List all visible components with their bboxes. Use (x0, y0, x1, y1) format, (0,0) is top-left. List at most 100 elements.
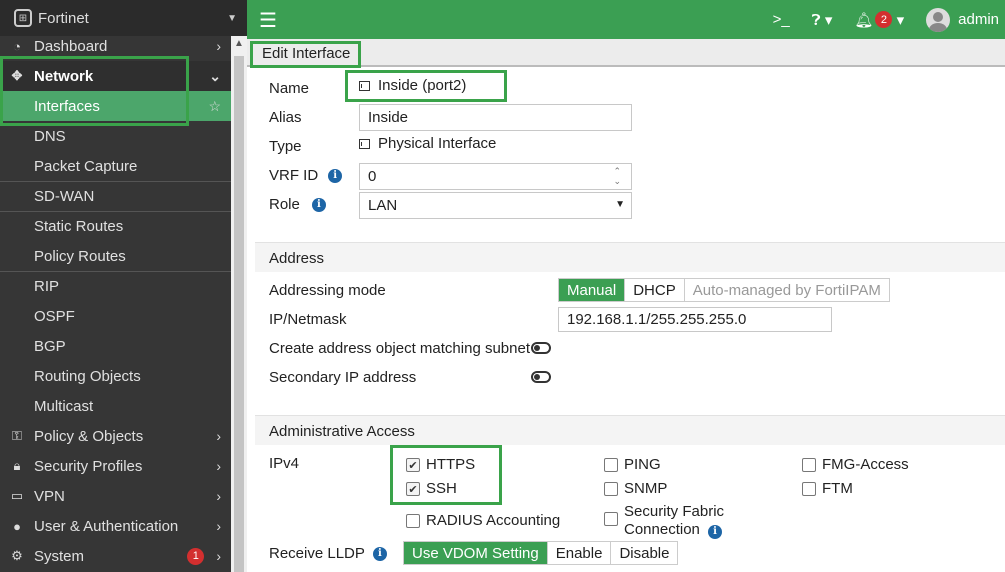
vrf-id-input[interactable]: 0 ⌃ ⌄ (359, 163, 632, 190)
alias-label: Alias (269, 109, 302, 126)
sidebar-item-label: Security Profiles (34, 457, 143, 475)
chevron-right-icon: › (216, 458, 221, 474)
sidebar-item-security-profiles[interactable]: 🔒︎ Security Profiles › (0, 451, 231, 481)
fmg-access-checkbox[interactable]: FMG-Access (802, 456, 909, 473)
sidebar-item-label: Dashboard (34, 37, 108, 55)
help-icon[interactable]: ❓︎ ▾ (812, 11, 833, 29)
lock-icon: 🔒︎ (13, 458, 21, 473)
sidebar-item-routing-objects[interactable]: Routing Objects (0, 361, 231, 391)
create-address-object-toggle[interactable] (531, 342, 551, 354)
sidebar-item-label: RIP (34, 278, 60, 295)
sidebar-item-system[interactable]: ⚙ System 1 › (0, 541, 231, 571)
snmp-checkbox[interactable]: SNMP (604, 480, 667, 497)
create-address-object-label: Create address object matching subnet (269, 340, 530, 357)
sidebar-item-static-routes[interactable]: Static Routes (0, 211, 231, 241)
star-icon[interactable]: ☆ (208, 98, 221, 115)
page-title: Edit Interface (262, 45, 351, 62)
policy-icon: ⚿ (12, 428, 22, 443)
bell-icon: 🔔︎ (854, 11, 874, 29)
gear-icon: ⚙ (11, 548, 23, 563)
ip-netmask-label: IP/Netmask (269, 311, 347, 328)
empty-box (604, 458, 618, 472)
sidebar-item-policy-objects[interactable]: ⚿ Policy & Objects › (0, 421, 231, 451)
mode-fortiipam-button[interactable]: Auto-managed by FortiIPAM (685, 279, 889, 301)
interface-port-icon (359, 80, 370, 91)
spinner-icon[interactable]: ⌃ ⌄ (613, 166, 621, 186)
checkbox-label: FMG-Access (822, 456, 909, 473)
lldp-use-vdom-button[interactable]: Use VDOM Setting (404, 542, 548, 564)
sidebar-item-label: System (34, 547, 85, 565)
user-menu[interactable]: admin (926, 7, 999, 32)
hamburger-menu-icon[interactable]: ☰ (259, 8, 277, 33)
checkbox-label: RADIUS Accounting (426, 512, 561, 529)
sidebar-scrollbar[interactable]: ▲ (231, 36, 247, 572)
sidebar-item-policy-routes[interactable]: Policy Routes (0, 241, 231, 271)
vrf-id-value: 0 (368, 168, 377, 185)
laptop-icon: ▭ (10, 488, 24, 503)
sidebar-item-user-auth[interactable]: ● User & Authentication › (0, 511, 231, 541)
ftm-checkbox[interactable]: FTM (802, 480, 853, 497)
admin-access-section-header: Administrative Access (255, 415, 1005, 445)
chevron-right-icon: › (216, 488, 221, 504)
sidebar-item-label: DNS (34, 127, 66, 145)
type-label: Type (269, 138, 302, 155)
brand-name: Fortinet (38, 9, 89, 27)
sidebar-item-ospf[interactable]: OSPF (0, 301, 231, 331)
checkbox-label: FTM (822, 480, 853, 497)
sidebar-item-label: Routing Objects (34, 367, 141, 385)
security-fabric-checkbox[interactable]: Security Fabric Connection i (604, 503, 724, 539)
sidebar-item-rip[interactable]: RIP (0, 271, 231, 301)
sidebar-item-label: Static Routes (34, 218, 124, 235)
sidebar-item-network[interactable]: ✥ Network ⌄ (0, 61, 231, 91)
lldp-enable-button[interactable]: Enable (548, 542, 612, 564)
lldp-disable-button[interactable]: Disable (611, 542, 677, 564)
cli-console-icon[interactable]: >_ (773, 11, 790, 28)
page-title-bar: Edit Interface (247, 39, 1005, 67)
addressing-mode-selector: Manual DHCP Auto-managed by FortiIPAM (558, 278, 890, 302)
sidebar-item-dns[interactable]: DNS (0, 121, 231, 151)
sidebar-item-bgp[interactable]: BGP (0, 331, 231, 361)
mode-manual-button[interactable]: Manual (559, 279, 626, 301)
checkbox-label: PING (624, 456, 661, 473)
checkbox-label: SNMP (624, 480, 668, 497)
sidebar-item-packet-capture[interactable]: Packet Capture (0, 151, 231, 181)
alias-input[interactable]: Inside (359, 104, 632, 131)
name-value: Inside (port2) (359, 77, 466, 94)
sidebar-item-label: Interfaces (34, 97, 100, 115)
radius-accounting-checkbox[interactable]: RADIUS Accounting (406, 512, 560, 529)
notifications-button[interactable]: 🔔︎ 2 ▾ (854, 11, 904, 29)
checkbox-label: Security Fabric Connection i (624, 503, 724, 539)
sidebar: ⊞ Fortinet ▼ ◔ Dashboard › ✥ Network ⌄ I… (0, 0, 247, 572)
notification-count: 2 (875, 11, 893, 28)
avatar (926, 7, 951, 32)
top-bar: ☰ >_ ❓︎ ▾ 🔔︎ 2 ▾ admin (247, 0, 1005, 39)
ip-netmask-input[interactable]: 192.168.1.1/255.255.255.0 (558, 307, 832, 332)
https-checkbox[interactable]: ✔ HTTPS (406, 456, 475, 473)
address-section-header: Address (255, 242, 1005, 272)
type-text: Physical Interface (378, 135, 497, 152)
sidebar-item-label: BGP (34, 337, 66, 355)
sidebar-item-vpn[interactable]: ▭ VPN › (0, 481, 231, 511)
info-icon[interactable]: i (372, 546, 387, 561)
ping-checkbox[interactable]: PING (604, 456, 661, 473)
check-icon: ✔ (406, 458, 420, 472)
role-label-row: Role i (269, 196, 326, 213)
name-label: Name (269, 80, 310, 97)
sidebar-item-dashboard[interactable]: ◔ Dashboard › (0, 31, 231, 61)
empty-box (802, 482, 816, 496)
info-icon[interactable]: i (328, 168, 343, 183)
info-icon[interactable]: i (708, 525, 723, 539)
mode-dhcp-button[interactable]: DHCP (625, 279, 685, 301)
role-label: Role (269, 196, 300, 213)
scroll-up-icon[interactable]: ▲ (234, 38, 244, 49)
info-icon[interactable]: i (311, 197, 326, 212)
secondary-ip-toggle[interactable] (531, 371, 551, 383)
sidebar-item-interfaces[interactable]: Interfaces ☆ (0, 91, 231, 121)
scrollbar-thumb[interactable] (234, 56, 244, 572)
sidebar-item-label: VPN (34, 487, 65, 505)
sidebar-item-sd-wan[interactable]: SD-WAN (0, 181, 231, 211)
sidebar-item-multicast[interactable]: Multicast (0, 391, 231, 421)
role-select[interactable]: LAN ▼ (359, 192, 632, 219)
ssh-checkbox[interactable]: ✔ SSH (406, 480, 457, 497)
sidebar-item-label: Network (34, 67, 94, 85)
